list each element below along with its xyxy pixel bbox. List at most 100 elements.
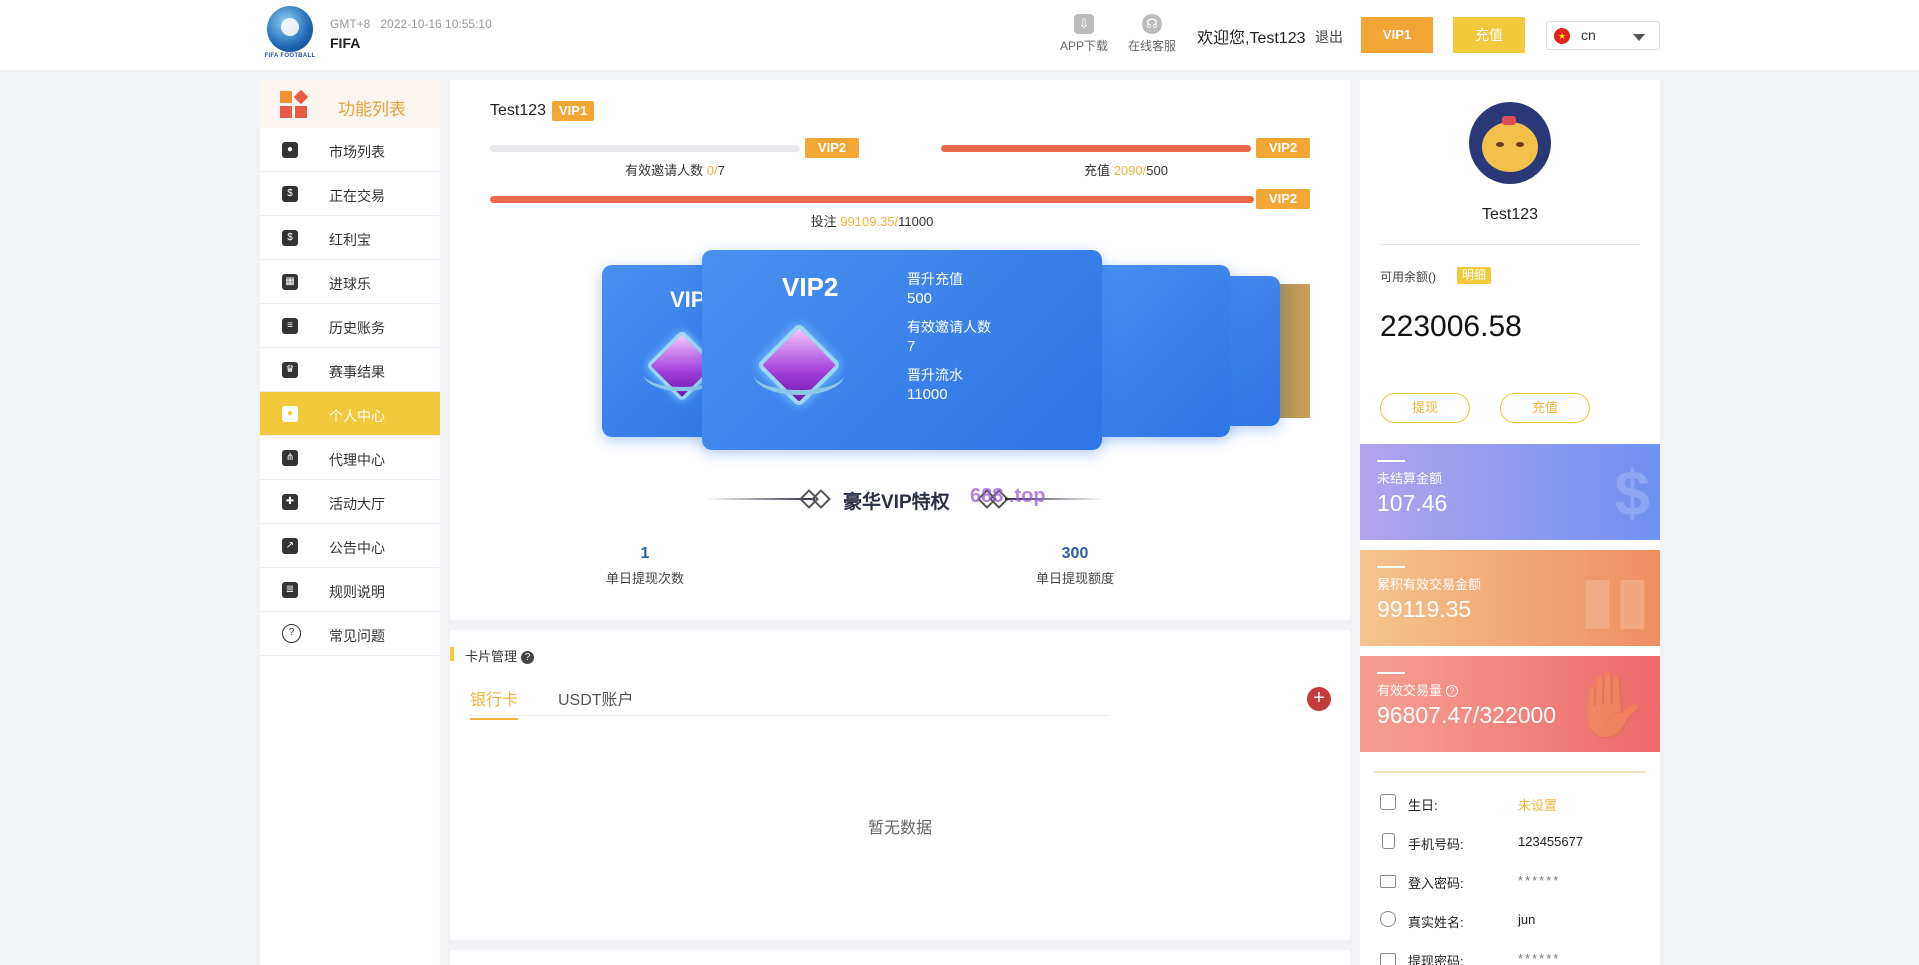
sidebar-item-bonus[interactable]: $ 红利宝	[260, 216, 440, 260]
person-icon	[1380, 911, 1396, 927]
avatar[interactable]	[1469, 102, 1551, 184]
app-download-link[interactable]: ⇩ APP下载	[1060, 14, 1108, 54]
fifa-logo[interactable]: FIFA FOOTBALL	[259, 6, 321, 64]
calendar-icon	[1380, 794, 1396, 810]
cumulative-trade-value: 99119.35	[1377, 596, 1472, 622]
document-icon: ≣	[282, 582, 298, 598]
bar-chart-icon: ▮▮	[1579, 563, 1650, 635]
sidebar-item-announcements[interactable]: ↗ 公告中心	[260, 524, 440, 568]
chevron-down-icon	[1633, 34, 1645, 41]
sidebar-item-label: 红利宝	[329, 232, 371, 248]
valid-volume-value: 96807.47/322000	[1377, 702, 1557, 728]
sidebar-item-label: 个人中心	[329, 408, 385, 424]
diamond-badge-icon	[754, 322, 844, 415]
privileges-title: 豪华VIP特权	[843, 492, 950, 513]
sidebar-item-personal-center[interactable]: ● 个人中心	[260, 392, 440, 436]
add-card-button[interactable]: +	[1307, 687, 1331, 711]
soccer-ball-logo-icon	[267, 6, 313, 52]
language-select[interactable]: ★ cn	[1546, 21, 1660, 50]
sidebar-item-agent[interactable]: ⋔ 代理中心	[260, 436, 440, 480]
next-panel-edge	[450, 950, 1350, 965]
diamond-ornament-icon	[811, 489, 831, 509]
money-bag-icon: $	[1614, 457, 1650, 529]
promo-flow-value: 11000	[907, 386, 948, 403]
sidebar-item-label: 公告中心	[329, 540, 385, 556]
invites-next-vip-badge: VIP2	[805, 138, 859, 158]
sidebar-item-label: 正在交易	[329, 188, 385, 204]
unsettled-amount-value: 107.46	[1377, 490, 1448, 516]
birthday-row[interactable]: 生日: 未设置	[1380, 793, 1650, 813]
sidebar-item-label: 历史账务	[329, 320, 385, 336]
download-icon: ⇩	[1074, 14, 1094, 34]
vip-card-right-1[interactable]: t	[1080, 265, 1230, 437]
question-icon: ?	[282, 624, 301, 643]
daily-withdraw-limit-label: 单日提现额度	[1035, 571, 1114, 586]
sidebar-item-label: 代理中心	[329, 452, 385, 468]
sidebar-item-rules[interactable]: ≣ 规则说明	[260, 568, 440, 612]
profile-recharge-button[interactable]: 充值	[1500, 393, 1590, 423]
sidebar-item-history[interactable]: ≡ 历史账务	[260, 304, 440, 348]
vip-level-button[interactable]: VIP1	[1361, 17, 1433, 53]
sidebar-item-trading[interactable]: $ 正在交易	[260, 172, 440, 216]
header-recharge-button[interactable]: 充值	[1453, 17, 1525, 53]
invites-current: 0	[706, 163, 714, 178]
login-password-row[interactable]: 登入密码: ******	[1380, 871, 1650, 891]
tab-usdt-account[interactable]: USDT账户	[558, 686, 634, 710]
help-icon[interactable]: ?	[1446, 685, 1459, 697]
vip-card-title: VIP2	[782, 272, 839, 302]
recharge-next-vip-badge: VIP2	[1256, 138, 1310, 158]
bet-label: 投注	[810, 214, 837, 229]
sidebar-header: 功能列表	[260, 80, 440, 128]
sidebar-item-label: 进球乐	[329, 276, 371, 292]
vip-panel: Test123 VIP1 VIP2 有效邀请人数 0/7 VIP2 充值 209…	[450, 80, 1350, 620]
promo-recharge-value: 500	[907, 290, 933, 307]
withdraw-password-label: 提现密码:	[1408, 954, 1464, 965]
valid-volume-label: 有效交易量?	[1377, 680, 1459, 699]
logout-link[interactable]: 退出	[1315, 27, 1343, 47]
vip-username: Test123	[490, 102, 547, 119]
phone-row[interactable]: 手机号码: 123455677	[1380, 832, 1650, 852]
real-name-row[interactable]: 真实姓名: jun	[1380, 910, 1650, 930]
tab-underline	[470, 715, 1110, 716]
sidebar-item-market-list[interactable]: ● 市场列表	[260, 128, 440, 172]
logo-text: FIFA FOOTBALL	[264, 53, 316, 59]
profile-name: Test123	[1481, 206, 1539, 223]
money-icon: $	[282, 186, 298, 202]
divider	[1374, 771, 1646, 773]
online-service-link[interactable]: ☊ 在线客服	[1128, 14, 1176, 54]
vip-card-active[interactable]: VIP2 晋升充值 500 有效邀请人数 7 晋升流水 11000	[702, 250, 1102, 450]
lock-icon	[1380, 875, 1396, 888]
cumulative-trade-label: 累积有效交易金额	[1377, 577, 1482, 592]
bet-progress-label: 投注 99109.35/11000	[810, 214, 934, 229]
balance-detail-button[interactable]: 明细	[1457, 267, 1492, 284]
divider	[1380, 244, 1640, 245]
history-icon: ≡	[282, 318, 298, 334]
withdraw-button[interactable]: 提现	[1380, 393, 1470, 423]
timezone-datetime: GMT+8 2022-10-16 10:55:10	[330, 17, 502, 31]
help-icon[interactable]: ?	[521, 651, 535, 664]
lock-icon	[1380, 953, 1396, 965]
tab-bank-card[interactable]: 银行卡	[470, 686, 519, 720]
recharge-label: 充值	[1084, 163, 1111, 178]
sidebar-item-results[interactable]: ♛ 赛事结果	[260, 348, 440, 392]
watermark: 688 .top	[970, 485, 1046, 507]
site-name: FIFA	[330, 35, 361, 51]
china-flag-icon: ★	[1554, 28, 1570, 44]
welcome-text: 欢迎您,Test123	[1197, 30, 1306, 47]
daily-withdraw-count-value: 1	[640, 545, 650, 562]
phone-icon	[1382, 833, 1395, 849]
valid-volume-card: 有效交易量? 96807.47/322000 ✋	[1360, 656, 1660, 752]
chart-icon: ↗	[282, 538, 298, 554]
sidebar-item-faq[interactable]: ? 常见问题	[260, 612, 440, 656]
invites-progress-label: 有效邀请人数 0/7	[625, 163, 725, 178]
sidebar-item-goal[interactable]: ▦ 进球乐	[260, 260, 440, 304]
sidebar-item-activities[interactable]: ✚ 活动大厅	[260, 480, 440, 524]
daily-withdraw-limit-value: 300	[1061, 545, 1089, 562]
promo-invite-value: 7	[907, 338, 916, 355]
sidebar-item-label: 市场列表	[329, 144, 385, 160]
promo-invite-label: 有效邀请人数	[907, 319, 991, 335]
language-value: cn	[1581, 27, 1596, 43]
withdraw-password-row[interactable]: 提现密码: ******	[1380, 949, 1650, 965]
recharge-progress-fill	[941, 145, 1251, 152]
recharge-target: 500	[1146, 163, 1168, 178]
